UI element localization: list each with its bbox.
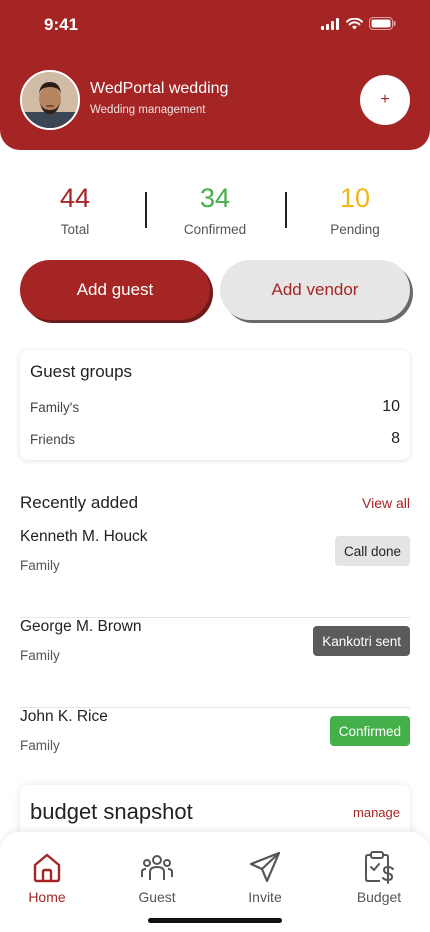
guest-group: Family xyxy=(20,558,60,573)
stat-confirmed-label: Confirmed xyxy=(183,222,247,237)
guest-group: Family xyxy=(20,648,60,663)
nav-home[interactable]: Home xyxy=(7,850,87,905)
guest-row[interactable]: George M. Brown Family Kankotri sent xyxy=(20,618,410,708)
guest-groups-card: Guest groups Family's 10 Friends 8 xyxy=(20,350,410,460)
view-all-link[interactable]: View all xyxy=(362,495,410,511)
stat-confirmed: 34 Confirmed xyxy=(145,180,285,237)
signal-icon xyxy=(321,17,339,30)
home-indicator xyxy=(148,918,282,923)
recently-added-title: Recently added xyxy=(20,493,139,512)
stat-divider xyxy=(145,192,147,228)
status-time: 9:41 xyxy=(44,15,79,34)
guests-icon xyxy=(141,855,173,880)
bottom-nav: Home Guest Invite Budget xyxy=(0,832,430,932)
status-bar: 9:41 xyxy=(0,0,430,52)
home-icon xyxy=(33,853,61,883)
status-badge: Call done xyxy=(334,536,410,566)
guest-name: Kenneth M. Houck xyxy=(20,528,148,545)
group-count: 10 xyxy=(382,398,400,415)
battery-icon xyxy=(369,17,396,30)
stat-total-label: Total xyxy=(60,222,90,237)
stat-divider xyxy=(285,192,287,228)
status-badge: Confirmed xyxy=(329,716,410,746)
stat-total: 44 Total xyxy=(5,180,145,237)
guest-name: John K. Rice xyxy=(20,708,108,725)
profile-photo xyxy=(22,72,78,128)
nav-invite-label: Invite xyxy=(248,889,282,905)
group-count: 8 xyxy=(391,430,400,447)
group-name: Friends xyxy=(30,432,76,447)
stat-pending-label: Pending xyxy=(330,222,380,237)
budget-manage-link[interactable]: manage xyxy=(353,805,400,820)
stat-pending-value: 10 xyxy=(339,183,371,213)
nav-budget[interactable]: Budget xyxy=(339,850,419,905)
send-icon xyxy=(249,851,281,883)
stat-total-value: 44 xyxy=(59,183,91,213)
status-icons xyxy=(321,17,396,30)
nav-guest-label: Guest xyxy=(138,889,176,905)
stats-row: 44 Total 34 Confirmed 10 Pending xyxy=(0,180,430,240)
budget-title: budget snapshot xyxy=(30,799,193,824)
nav-invite[interactable]: Invite xyxy=(225,850,305,905)
nav-home-label: Home xyxy=(28,889,66,905)
stat-pending: 10 Pending xyxy=(285,180,425,237)
avatar[interactable] xyxy=(20,70,80,130)
header: 9:41 WedPortal wedding Wedding managemen… xyxy=(0,0,430,150)
guest-groups-title: Guest groups xyxy=(30,362,133,381)
guest-row[interactable]: Kenneth M. Houck Family Call done xyxy=(20,528,410,618)
nav-guest[interactable]: Guest xyxy=(117,850,197,905)
guest-name: George M. Brown xyxy=(20,618,142,635)
budget-clipboard-icon xyxy=(365,851,394,884)
guest-group: Family xyxy=(20,738,60,753)
nav-budget-label: Budget xyxy=(356,889,402,905)
wifi-icon xyxy=(346,17,363,29)
add-vendor-button[interactable]: Add vendor xyxy=(220,260,410,320)
status-badge: Kankotri sent xyxy=(313,626,410,656)
group-name: Family's xyxy=(30,400,80,415)
app-title: WedPortal wedding xyxy=(90,80,229,97)
stat-confirmed-value: 34 xyxy=(199,183,231,213)
app-subtitle: Wedding management xyxy=(90,104,206,116)
add-button[interactable]: + xyxy=(360,75,410,125)
add-guest-button[interactable]: Add guest xyxy=(20,260,210,320)
